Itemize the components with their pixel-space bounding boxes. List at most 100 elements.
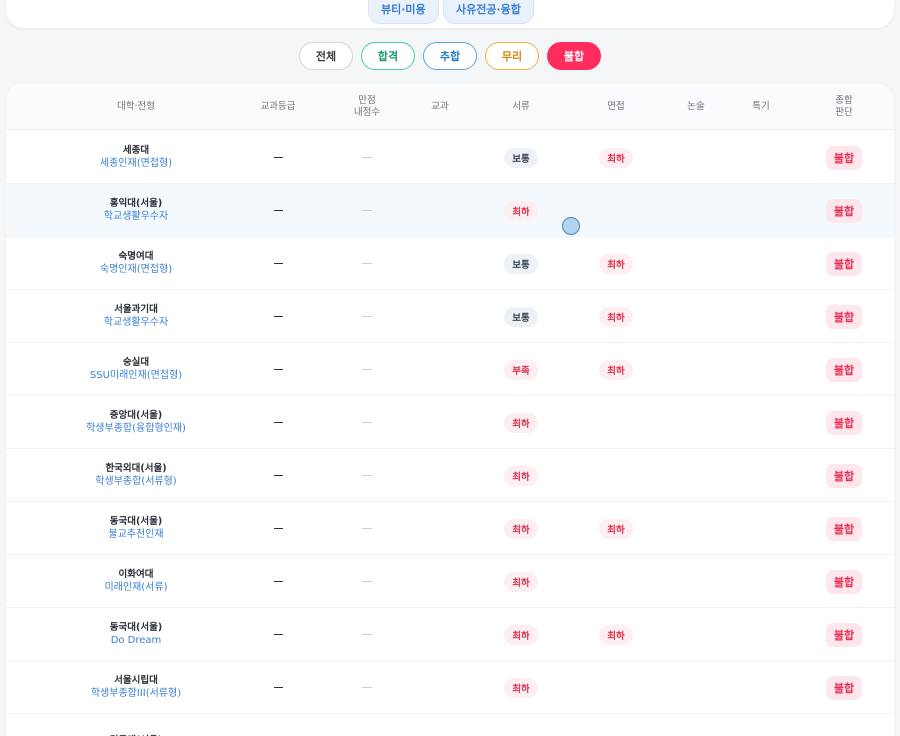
category-pill-beauty[interactable]: 뷰티·미용	[368, 0, 439, 24]
interview-cell: 최하	[588, 502, 644, 555]
score-empty-dash	[362, 369, 372, 370]
verdict-badge: 불합	[825, 410, 863, 435]
admission-track[interactable]: 불교추천인재	[108, 528, 163, 542]
university-cell: 중앙대(서울) 학생부종합(융합형인재)	[36, 396, 236, 449]
score-cell	[341, 184, 393, 237]
score-cell	[341, 502, 393, 555]
table-row[interactable]: 이화여대 미래인재(서류) 최하 불합	[6, 555, 894, 608]
admission-track[interactable]: 미래인재(서류)	[104, 581, 167, 595]
university-cell: 숙명여대 숙명인재(면접형)	[36, 237, 236, 290]
verdict-badge: 불합	[825, 675, 863, 700]
documents-badge: 보통	[504, 306, 538, 327]
university-cell: 서울시립대 학생부종합III(서류형)	[36, 661, 236, 714]
admission-track[interactable]: 학생부종합(서류형)	[95, 475, 176, 489]
verdict-badge: 불합	[825, 622, 863, 647]
documents-badge: 최하	[504, 465, 538, 486]
university-name: 이화여대	[118, 569, 154, 580]
verdict-badge: 불합	[825, 357, 863, 382]
table-row[interactable]: 건국대(서울)	[6, 714, 894, 736]
documents-cell: 부족	[496, 343, 546, 396]
verdict-badge: 불합	[825, 463, 863, 488]
table-row[interactable]: 숭실대 SSU미래인재(면접형) 부족 최하 불합	[6, 343, 894, 396]
grade-empty-dash	[273, 262, 283, 265]
table-row[interactable]: 동국대(서울) 불교추천인재 최하 최하 불합	[6, 502, 894, 555]
header-score: 만점 내점수	[353, 95, 381, 118]
header-documents: 서류	[512, 101, 530, 112]
grade-cell	[248, 131, 308, 184]
score-empty-dash	[362, 634, 372, 635]
score-empty-dash	[362, 316, 372, 317]
interview-badge: 최하	[599, 306, 633, 327]
verdict-cell: 불합	[818, 449, 870, 502]
table-header: 대학·전형 교과등급 만점 내점수 교과 서류 면접 논술 특기 종합 판단	[6, 84, 894, 130]
filter-additional[interactable]: 추합	[423, 42, 477, 70]
filter-risky[interactable]: 무리	[485, 42, 539, 70]
score-empty-dash	[362, 475, 372, 476]
table-row[interactable]: 동국대(서울) Do Dream 최하 최하 불합	[6, 608, 894, 661]
documents-badge: 보통	[504, 147, 538, 168]
documents-badge: 최하	[504, 571, 538, 592]
grade-empty-dash	[273, 527, 283, 530]
admission-track[interactable]: 세종인재(면접형)	[100, 157, 172, 171]
verdict-cell: 불합	[818, 661, 870, 714]
table-row[interactable]: 홍익대(서울) 학교생활우수자 최하 불합	[6, 184, 894, 237]
verdict-cell: 불합	[818, 608, 870, 661]
table-row[interactable]: 세종대 세종인재(면접형) 보통 최하 불합	[6, 131, 894, 184]
grade-empty-dash	[273, 633, 283, 636]
verdict-cell: 불합	[818, 237, 870, 290]
category-pill-liberal[interactable]: 사유전공·융합	[443, 0, 534, 24]
grade-empty-dash	[273, 686, 283, 689]
verdict-cell: 불합	[818, 290, 870, 343]
score-empty-dash	[362, 528, 372, 529]
admission-track[interactable]: 숙명인재(면접형)	[100, 263, 172, 277]
grade-empty-dash	[273, 156, 283, 159]
university-cell: 숭실대 SSU미래인재(면접형)	[36, 343, 236, 396]
grade-cell	[248, 396, 308, 449]
documents-cell: 보통	[496, 290, 546, 343]
filter-pass[interactable]: 합격	[361, 42, 415, 70]
table-row[interactable]: 숙명여대 숙명인재(면접형) 보통 최하 불합	[6, 237, 894, 290]
documents-badge: 최하	[504, 677, 538, 698]
table-row[interactable]: 한국외대(서울) 학생부종합(서류형) 최하 불합	[6, 449, 894, 502]
university-cell: 홍익대(서울) 학교생활우수자	[36, 184, 236, 237]
filter-all[interactable]: 전체	[299, 42, 353, 70]
university-name: 숭실대	[122, 357, 150, 368]
interview-badge: 최하	[599, 518, 633, 539]
university-name: 동국대(서울)	[109, 622, 163, 633]
interview-badge: 최하	[599, 253, 633, 274]
documents-badge: 부족	[504, 359, 538, 380]
documents-cell: 최하	[496, 184, 546, 237]
table-row[interactable]: 서울과기대 학교생활우수자 보통 최하 불합	[6, 290, 894, 343]
score-empty-dash	[362, 263, 372, 264]
score-cell	[341, 661, 393, 714]
grade-cell	[248, 661, 308, 714]
grade-empty-dash	[273, 421, 283, 424]
university-cell: 건국대(서울)	[36, 714, 236, 736]
verdict-cell: 불합	[818, 555, 870, 608]
verdict-badge: 불합	[825, 569, 863, 594]
filter-fail[interactable]: 불합	[547, 42, 601, 70]
admission-track[interactable]: 학생부종합III(서류형)	[91, 687, 181, 701]
grade-cell	[248, 555, 308, 608]
admission-track[interactable]: 학교생활우수자	[104, 316, 168, 330]
admission-track[interactable]: 학교생활우수자	[104, 210, 168, 224]
table-row[interactable]: 중앙대(서울) 학생부종합(융합형인재) 최하 불합	[6, 396, 894, 449]
admission-track[interactable]: Do Dream	[111, 634, 162, 648]
score-empty-dash	[362, 210, 372, 211]
table-row[interactable]: 서울시립대 학생부종합III(서류형) 최하 불합	[6, 661, 894, 714]
score-cell	[341, 131, 393, 184]
verdict-badge: 불합	[825, 251, 863, 276]
score-empty-dash	[362, 157, 372, 158]
interview-cell: 최하	[588, 237, 644, 290]
university-name: 서울과기대	[114, 304, 158, 315]
admission-table: 대학·전형 교과등급 만점 내점수 교과 서류 면접 논술 특기 종합 판단 세…	[6, 84, 894, 736]
score-empty-dash	[362, 422, 372, 423]
interview-badge: 최하	[599, 359, 633, 380]
documents-badge: 최하	[504, 412, 538, 433]
score-cell	[341, 555, 393, 608]
university-name: 중앙대(서울)	[109, 410, 163, 421]
documents-cell: 최하	[496, 555, 546, 608]
university-name: 한국외대(서울)	[105, 463, 167, 474]
admission-track[interactable]: SSU미래인재(면접형)	[90, 369, 182, 383]
admission-track[interactable]: 학생부종합(융합형인재)	[86, 422, 186, 436]
